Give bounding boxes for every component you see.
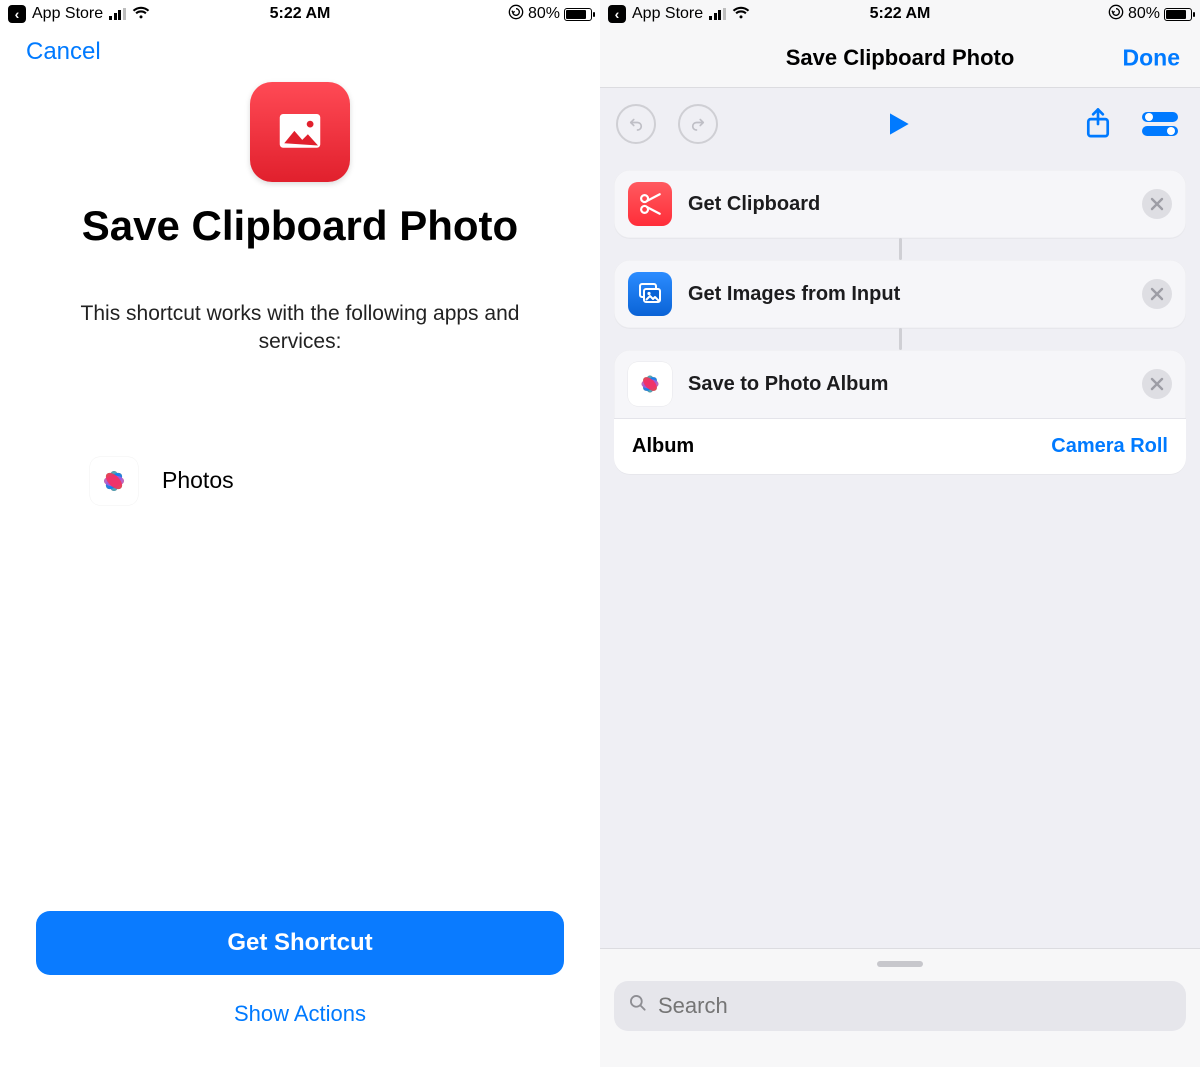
action-title: Save to Photo Album xyxy=(688,373,888,396)
images-icon xyxy=(628,272,672,316)
app-row-photos: Photos xyxy=(90,457,510,505)
album-picker-row[interactable]: Album Camera Roll xyxy=(614,418,1186,474)
show-actions-button[interactable]: Show Actions xyxy=(234,1001,366,1027)
undo-icon xyxy=(616,104,656,144)
wifi-icon xyxy=(132,5,150,24)
share-icon xyxy=(1083,107,1113,141)
battery-pct: 80% xyxy=(1128,5,1160,23)
scissors-icon xyxy=(628,182,672,226)
shortcut-title: Save Clipboard Photo xyxy=(0,202,600,250)
editor-nav: Save Clipboard Photo Done xyxy=(600,28,1200,88)
action-title: Get Clipboard xyxy=(688,193,820,216)
close-icon xyxy=(1150,377,1164,391)
screen-shortcut-preview: ‹ App Store 5:22 AM 80% Cancel Save Clip… xyxy=(0,0,600,1067)
undo-button[interactable] xyxy=(614,102,658,146)
wifi-icon xyxy=(732,5,750,24)
app-name-label: Photos xyxy=(162,467,234,494)
search-input[interactable] xyxy=(658,993,1172,1019)
search-icon xyxy=(628,993,648,1019)
status-bar: ‹ App Store 5:22 AM 80% xyxy=(600,0,1200,28)
cellular-bars-icon xyxy=(709,8,726,20)
rotation-lock-icon xyxy=(508,4,524,24)
album-label: Album xyxy=(632,435,694,458)
editor-toolbar xyxy=(600,88,1200,160)
action-title: Get Images from Input xyxy=(688,283,900,306)
cellular-bars-icon xyxy=(109,8,126,20)
editor-title: Save Clipboard Photo xyxy=(786,45,1015,71)
run-button[interactable] xyxy=(876,102,920,146)
action-card-save-photo[interactable]: Save to Photo Album Album Camera Roll xyxy=(614,350,1186,474)
status-back-label[interactable]: App Store xyxy=(632,5,703,23)
cancel-button[interactable]: Cancel xyxy=(26,38,101,66)
search-field[interactable] xyxy=(614,981,1186,1031)
done-button[interactable]: Done xyxy=(1123,44,1181,71)
status-bar: ‹ App Store 5:22 AM 80% xyxy=(0,0,600,28)
photos-icon xyxy=(628,362,672,406)
action-card-get-images[interactable]: Get Images from Input xyxy=(614,260,1186,328)
battery-pct: 80% xyxy=(528,5,560,23)
action-card-get-clipboard[interactable]: Get Clipboard xyxy=(614,170,1186,238)
redo-button[interactable] xyxy=(676,102,720,146)
toggles-icon xyxy=(1140,107,1180,141)
get-shortcut-button[interactable]: Get Shortcut xyxy=(36,911,564,975)
redo-icon xyxy=(678,104,718,144)
connector-line xyxy=(899,238,902,260)
appstore-back-icon[interactable]: ‹ xyxy=(608,5,626,23)
search-panel xyxy=(600,948,1200,1067)
screen-shortcut-editor: ‹ App Store 5:22 AM 80% Save Clipboard P… xyxy=(600,0,1200,1067)
appstore-back-icon[interactable]: ‹ xyxy=(8,5,26,23)
status-back-label[interactable]: App Store xyxy=(32,5,103,23)
play-icon xyxy=(882,108,914,140)
album-value[interactable]: Camera Roll xyxy=(1051,435,1168,458)
drag-handle[interactable] xyxy=(877,961,923,967)
settings-toggle-button[interactable] xyxy=(1138,102,1182,146)
close-icon xyxy=(1150,197,1164,211)
battery-icon xyxy=(564,8,592,21)
remove-action-button[interactable] xyxy=(1142,279,1172,309)
connector-line xyxy=(899,328,902,350)
close-icon xyxy=(1150,287,1164,301)
battery-icon xyxy=(1164,8,1192,21)
rotation-lock-icon xyxy=(1108,4,1124,24)
actions-list: Get Clipboard Get Images from Input xyxy=(600,160,1200,474)
shortcut-subtitle: This shortcut works with the following a… xyxy=(0,300,600,357)
photos-app-icon xyxy=(90,457,138,505)
remove-action-button[interactable] xyxy=(1142,189,1172,219)
remove-action-button[interactable] xyxy=(1142,369,1172,399)
share-button[interactable] xyxy=(1076,102,1120,146)
shortcut-app-icon xyxy=(250,82,350,182)
